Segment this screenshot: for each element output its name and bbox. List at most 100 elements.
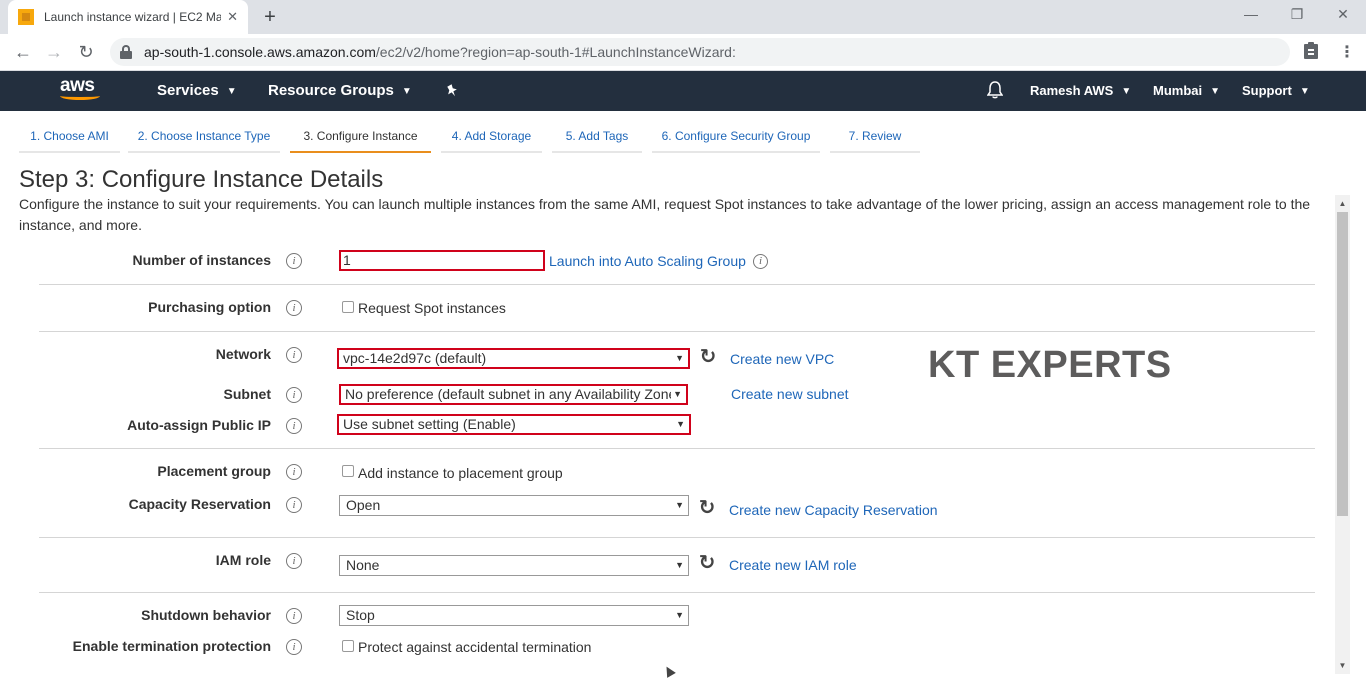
mouse-cursor-icon xyxy=(662,664,676,678)
tab-choose-ami[interactable]: 1. Choose AMI xyxy=(19,122,120,153)
wizard-steps: 1. Choose AMI 2. Choose Instance Type 3.… xyxy=(0,122,1366,154)
support-menu[interactable]: Support ▼ xyxy=(1242,71,1310,111)
restore-icon[interactable]: ❐ xyxy=(1282,4,1312,24)
caret-down-icon: ▼ xyxy=(1299,86,1310,97)
number-of-instances-label: Number of instances xyxy=(132,252,271,268)
create-capacity-reservation-link[interactable]: Create new Capacity Reservation xyxy=(729,502,938,518)
close-icon[interactable]: ✕ xyxy=(227,9,238,25)
pin-icon[interactable] xyxy=(445,71,459,111)
divider xyxy=(39,592,1315,593)
number-of-instances-input[interactable]: 1 xyxy=(339,250,545,271)
aws-favicon-icon xyxy=(18,9,34,25)
aws-navbar: aws Services ▼ Resource Groups ▼ Ramesh AW… xyxy=(0,71,1366,111)
placement-group-checkbox[interactable] xyxy=(342,465,354,477)
info-icon[interactable]: i xyxy=(286,300,302,316)
create-subnet-link[interactable]: Create new subnet xyxy=(731,386,849,402)
tab-configure-security-group[interactable]: 6. Configure Security Group xyxy=(652,122,820,153)
info-icon[interactable]: i xyxy=(286,418,302,434)
user-menu[interactable]: Ramesh AWS ▼ xyxy=(1030,71,1131,111)
close-window-icon[interactable]: ✕ xyxy=(1328,4,1358,24)
bell-icon[interactable] xyxy=(986,71,1004,111)
clipboard-icon[interactable] xyxy=(1303,42,1319,64)
info-icon[interactable]: i xyxy=(286,639,302,655)
placement-group-checkbox-label: Add instance to placement group xyxy=(358,465,563,481)
divider xyxy=(39,331,1315,332)
scroll-thumb[interactable] xyxy=(1337,212,1348,516)
info-icon[interactable]: i xyxy=(286,347,302,363)
termination-protection-checkbox[interactable] xyxy=(342,640,354,652)
refresh-icon[interactable]: ↻ xyxy=(697,498,717,518)
info-icon[interactable]: i xyxy=(286,553,302,569)
page-description: Configure the instance to suit your requ… xyxy=(19,196,1311,233)
dropdown-arrow-icon: ▼ xyxy=(675,560,684,570)
tab-title: Launch instance wizard | EC2 Management … xyxy=(44,10,222,24)
shutdown-behavior-label: Shutdown behavior xyxy=(141,607,271,623)
divider xyxy=(39,448,1315,449)
dropdown-arrow-icon: ▼ xyxy=(675,610,684,620)
tab-add-storage[interactable]: 4. Add Storage xyxy=(441,122,542,153)
caret-down-icon: ▼ xyxy=(1121,86,1132,97)
divider xyxy=(39,537,1315,538)
info-icon[interactable]: i xyxy=(753,254,768,269)
scroll-up-icon[interactable]: ▲ xyxy=(1335,195,1350,212)
iam-role-label: IAM role xyxy=(215,552,271,568)
spot-instances-label: Request Spot instances xyxy=(358,300,506,316)
placement-group-label: Placement group xyxy=(157,463,271,479)
forward-arrow-icon[interactable]: → xyxy=(43,42,65,62)
dropdown-arrow-icon: ▼ xyxy=(671,386,682,403)
url-host: ap-south-1.console.aws.amazon.com xyxy=(144,44,376,60)
scroll-down-icon[interactable]: ▼ xyxy=(1335,657,1350,674)
url-path: /ec2/v2/home?region=ap-south-1#LaunchIns… xyxy=(375,44,736,60)
create-iam-role-link[interactable]: Create new IAM role xyxy=(729,557,857,573)
menu-dots-icon[interactable]: ⋮ xyxy=(1339,42,1355,62)
network-select[interactable]: vpc-14e2d97c (default) ▼ xyxy=(337,348,690,369)
info-icon[interactable]: i xyxy=(286,608,302,624)
shutdown-behavior-select[interactable]: Stop ▼ xyxy=(339,605,689,626)
info-icon[interactable]: i xyxy=(286,387,302,403)
info-icon[interactable]: i xyxy=(286,464,302,480)
info-icon[interactable]: i xyxy=(286,253,302,269)
auto-assign-ip-select[interactable]: Use subnet setting (Enable) ▼ xyxy=(337,414,691,435)
iam-role-select[interactable]: None ▼ xyxy=(339,555,689,576)
caret-down-icon: ▼ xyxy=(401,86,412,97)
capacity-reservation-select[interactable]: Open ▼ xyxy=(339,495,689,516)
tab-configure-instance[interactable]: 3. Configure Instance xyxy=(290,122,431,153)
minimize-icon[interactable]: — xyxy=(1236,4,1266,24)
watermark: KT EXPERTS xyxy=(928,344,1172,386)
lock-icon xyxy=(120,45,132,59)
page-title: Step 3: Configure Instance Details xyxy=(19,166,384,193)
dropdown-arrow-icon: ▼ xyxy=(675,353,684,363)
main-content: Step 3: Configure Instance Details Confi… xyxy=(0,154,1366,678)
dropdown-arrow-icon: ▼ xyxy=(676,419,685,429)
reload-icon[interactable]: ↻ xyxy=(75,42,97,62)
new-tab-button[interactable]: + xyxy=(258,6,282,28)
divider xyxy=(39,284,1315,285)
purchasing-option-label: Purchasing option xyxy=(148,299,271,315)
browser-tab-strip: Launch instance wizard | EC2 Management … xyxy=(0,0,1366,34)
spot-instances-checkbox[interactable] xyxy=(342,301,354,313)
capacity-reservation-label: Capacity Reservation xyxy=(128,496,271,512)
info-icon[interactable]: i xyxy=(286,497,302,513)
launch-auto-scaling-link[interactable]: Launch into Auto Scaling Group xyxy=(549,253,746,269)
termination-protection-label: Enable termination protection xyxy=(72,638,271,654)
resource-groups-menu[interactable]: Resource Groups ▼ xyxy=(268,71,412,111)
subnet-label: Subnet xyxy=(223,386,271,402)
auto-assign-ip-label: Auto-assign Public IP xyxy=(127,417,271,433)
tab-review[interactable]: 7. Review xyxy=(830,122,920,153)
create-vpc-link[interactable]: Create new VPC xyxy=(730,351,834,367)
browser-tab[interactable]: Launch instance wizard | EC2 Management … xyxy=(8,0,248,34)
refresh-icon[interactable]: ↻ xyxy=(697,553,717,573)
tab-add-tags[interactable]: 5. Add Tags xyxy=(552,122,642,153)
tab-choose-instance-type[interactable]: 2. Choose Instance Type xyxy=(128,122,280,153)
scrollbar[interactable]: ▲ ▼ xyxy=(1335,195,1350,674)
services-menu[interactable]: Services ▼ xyxy=(157,71,237,111)
browser-toolbar: ← → ↻ ap-south-1.console.aws.amazon.com /… xyxy=(0,34,1366,71)
caret-down-icon: ▼ xyxy=(1210,86,1221,97)
subnet-select[interactable]: No preference (default subnet in any Ava… xyxy=(339,384,688,405)
back-arrow-icon[interactable]: ← xyxy=(12,42,34,62)
aws-logo[interactable]: aws xyxy=(60,76,104,105)
termination-protection-checkbox-label: Protect against accidental termination xyxy=(358,639,592,655)
address-bar[interactable]: ap-south-1.console.aws.amazon.com/ec2/v2… xyxy=(110,38,1290,66)
refresh-icon[interactable]: ↻ xyxy=(698,347,718,367)
region-menu[interactable]: Mumbai ▼ xyxy=(1153,71,1220,111)
